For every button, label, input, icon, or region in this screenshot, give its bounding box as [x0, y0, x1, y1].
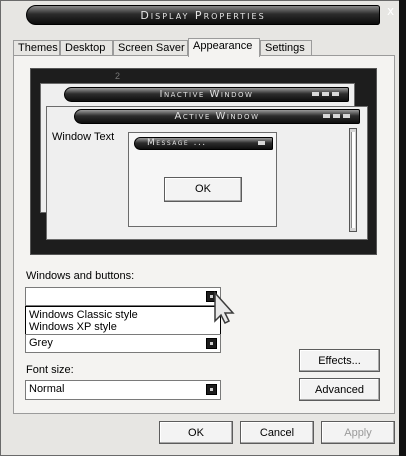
window-controls-icon	[312, 92, 342, 96]
font-size-value: Normal	[29, 383, 65, 395]
font-size-select[interactable]: Normal	[25, 380, 221, 400]
tab-settings[interactable]: Settings	[260, 40, 312, 56]
window-controls-icon	[323, 114, 353, 118]
preview-active-titlebar: Active Window	[74, 109, 360, 124]
inactive-window-title: Inactive Window	[159, 89, 254, 100]
ok-button[interactable]: OK	[159, 421, 233, 444]
preview-message-titlebar: Message ...	[134, 137, 273, 150]
tab-screen-saver[interactable]: Screen Saver	[113, 40, 188, 56]
window-text-sample: Window Text	[52, 131, 115, 143]
preview-inactive-titlebar: Inactive Window	[64, 87, 349, 102]
dropdown-arrow-icon[interactable]	[206, 384, 217, 395]
tab-desktop[interactable]: Desktop	[60, 40, 113, 56]
windows-buttons-dropdown: Windows Classic style Windows XP style	[25, 306, 221, 335]
dropdown-option-xp[interactable]: Windows XP style	[29, 321, 117, 333]
dropdown-arrow-icon[interactable]	[206, 338, 217, 349]
window-edge	[399, 0, 406, 456]
windows-buttons-select[interactable]	[25, 287, 221, 306]
color-scheme-select[interactable]: Grey	[25, 334, 221, 353]
tab-appearance[interactable]: Appearance	[188, 38, 260, 57]
advanced-button[interactable]: Advanced	[299, 378, 380, 401]
font-size-label: Font size:	[26, 364, 74, 376]
cancel-button[interactable]: Cancel	[240, 421, 314, 444]
dropdown-option-classic[interactable]: Windows Classic style	[29, 309, 138, 321]
preview-ok-button: OK	[164, 177, 242, 202]
dialog-titlebar[interactable]: Display Properties	[26, 5, 380, 25]
close-icon[interactable]: x	[384, 5, 397, 18]
apply-button[interactable]: Apply	[321, 421, 395, 444]
mouse-pointer-icon	[214, 291, 235, 325]
tab-themes[interactable]: Themes	[13, 40, 60, 56]
preview-monitor-number: 2	[115, 71, 121, 81]
windows-buttons-label: Windows and buttons:	[26, 270, 135, 282]
active-window-title: Active Window	[174, 111, 260, 122]
dialog-title: Display Properties	[140, 9, 266, 22]
effects-button[interactable]: Effects...	[299, 349, 380, 372]
message-title: Message ...	[147, 138, 207, 148]
color-scheme-value: Grey	[29, 337, 53, 349]
preview-scrollbar	[349, 128, 357, 232]
message-close-icon	[258, 141, 268, 145]
